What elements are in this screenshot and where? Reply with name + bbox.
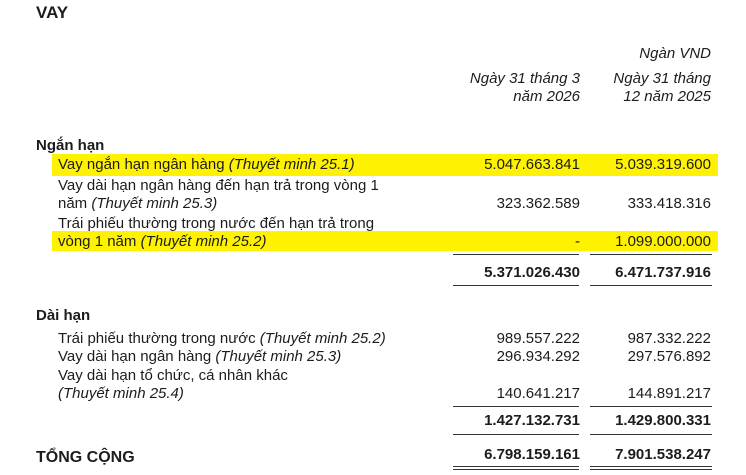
row-current-bond-label2: vòng 1 năm (Thuyết minh 25.2) (58, 233, 267, 250)
col2-header-line2: 12 năm 2025 (623, 88, 711, 105)
grand-total-v2: 7.901.538.247 (615, 446, 711, 463)
row-current-bond-v1: - (575, 233, 580, 250)
row-current-lt-loan-v1: 323.362.589 (496, 195, 580, 212)
row-lt-bank-loan-v2: 297.576.892 (627, 348, 711, 365)
row-lt-bond-v1: 989.557.222 (496, 330, 580, 347)
row-current-bond-label1: Trái phiếu thường trong nước đến hạn trả… (58, 215, 375, 232)
short-term-total-v1: 5.371.026.430 (484, 264, 580, 281)
long-term-total-rule-2 (590, 434, 712, 435)
grand-total-rule-1b (453, 469, 579, 470)
short-term-subtotal-rule-2 (590, 254, 712, 255)
row-lt-bank-loan-label: Vay dài hạn ngân hàng (Thuyết minh 25.3) (58, 348, 342, 365)
long-term-total-v1: 1.427.132.731 (484, 412, 580, 429)
row-current-lt-loan-label1: Vay dài hạn ngân hàng đến hạn trả trong … (58, 177, 379, 194)
grand-total-rule-2b (590, 469, 712, 470)
row-lt-other-loan-v1: 140.641.217 (496, 385, 580, 402)
row-short-bank-loan-label: Vay ngắn hạn ngân hàng (Thuyết minh 25.1… (58, 156, 355, 173)
short-term-total-v2: 6.471.737.916 (615, 264, 711, 281)
row-lt-other-loan-label1: Vay dài hạn tổ chức, cá nhân khác (58, 367, 288, 384)
col1-header-line2: năm 2026 (513, 88, 580, 105)
short-term-total-rule-1 (453, 285, 579, 286)
row-lt-other-loan-note: (Thuyết minh 25.4) (58, 385, 184, 402)
section-title: VAY (36, 3, 69, 22)
long-term-total-rule-1 (453, 434, 579, 435)
row-short-bank-loan-v2: 5.039.319.600 (615, 156, 711, 173)
row-lt-other-loan-v2: 144.891.217 (627, 385, 711, 402)
short-term-total-rule-2 (590, 285, 712, 286)
short-term-heading: Ngắn hạn (36, 137, 105, 154)
row-lt-bank-loan-v1: 296.934.292 (496, 348, 580, 365)
row-current-bond-v2: 1.099.000.000 (615, 233, 711, 250)
col1-header-line1: Ngày 31 tháng 3 (469, 70, 580, 87)
unit-label: Ngàn VND (639, 45, 711, 62)
long-term-subtotal-rule-2 (590, 406, 712, 407)
grand-total-rule-2a (590, 466, 712, 467)
long-term-subtotal-rule-1 (453, 406, 579, 407)
grand-total-v1: 6.798.159.161 (484, 446, 580, 463)
row-current-lt-loan-label2: năm (Thuyết minh 25.3) (58, 195, 218, 212)
col2-header-line1: Ngày 31 tháng (613, 70, 711, 87)
grand-total-rule-1a (453, 466, 579, 467)
row-lt-bond-v2: 987.332.222 (627, 330, 711, 347)
long-term-heading: Dài hạn (36, 307, 91, 324)
row-lt-bond-label: Trái phiếu thường trong nước (Thuyết min… (58, 330, 386, 347)
grand-total-label: TỔNG CỘNG (36, 449, 135, 466)
row-current-lt-loan-v2: 333.418.316 (627, 195, 711, 212)
short-term-subtotal-rule-1 (453, 254, 579, 255)
row-short-bank-loan-v1: 5.047.663.841 (484, 156, 580, 173)
long-term-total-v2: 1.429.800.331 (615, 412, 711, 429)
